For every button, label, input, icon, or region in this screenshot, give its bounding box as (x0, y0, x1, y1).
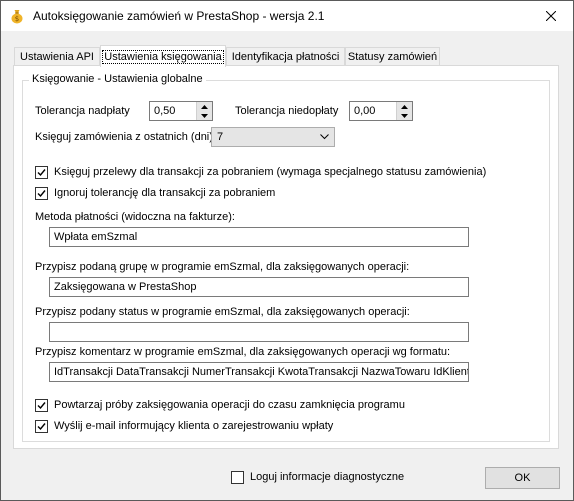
underpay-tolerance-label: Tolerancja niedopłaty (235, 105, 339, 117)
arrow-up-icon (401, 104, 408, 109)
days-combobox[interactable]: 7 (211, 127, 335, 147)
underpay-tolerance-spinner[interactable] (349, 101, 413, 121)
comment-format-label: Przypisz komentarz w programie emSzmal, … (35, 346, 451, 358)
checkmark-icon (37, 423, 46, 431)
payment-method-label: Metoda płatności (widoczna na fakturze): (35, 211, 235, 223)
checkmark-icon (37, 402, 46, 410)
global-settings-group: Księgowanie - Ustawienia globalne Tolera… (22, 73, 550, 442)
overpay-tolerance-spinner[interactable] (149, 101, 213, 121)
close-button[interactable] (529, 1, 573, 31)
days-value: 7 (217, 131, 224, 143)
tab-panel-posting-settings: Księgowanie - Ustawienia globalne Tolera… (13, 65, 559, 449)
cod-tolerance-label: Ignoruj tolerancję dla transakcji za pob… (54, 187, 276, 199)
email-notify-label: Wyślij e-mail informujący klienta o zare… (54, 420, 334, 432)
tab-payment-identification[interactable]: Identyfikacja płatności (226, 47, 345, 65)
close-icon (546, 11, 556, 21)
overpay-tolerance-label: Tolerancja nadpłaty (35, 105, 130, 117)
status-assign-field[interactable] (49, 322, 469, 342)
retry-checkbox[interactable] (35, 399, 48, 412)
title-bar: $ Autoksięgowanie zamówień w PrestaShop … (1, 1, 573, 31)
days-label: Księguj zamówienia z ostatnich (dni) (35, 131, 213, 143)
comment-format-input[interactable] (51, 364, 468, 380)
window-title: Autoksięgowanie zamówień w PrestaShop - … (33, 9, 325, 23)
checkmark-icon (37, 169, 46, 177)
diagnostic-log-checkbox[interactable] (231, 471, 244, 484)
app-window: $ Autoksięgowanie zamówień w PrestaShop … (0, 0, 574, 501)
cod-transfer-checkbox[interactable] (35, 166, 48, 179)
underpay-decrement-button[interactable] (397, 111, 412, 120)
money-bag-icon: $ (9, 8, 25, 24)
email-notify-checkbox[interactable] (35, 420, 48, 433)
cod-transfer-label: Księguj przelewy dla transakcji za pobra… (54, 166, 487, 178)
payment-method-input[interactable] (51, 229, 468, 245)
arrow-down-icon (401, 113, 408, 118)
checkmark-icon (37, 190, 46, 198)
arrow-down-icon (201, 113, 208, 118)
tab-api-settings[interactable]: Ustawienia API (14, 47, 100, 65)
tab-posting-settings[interactable]: Ustawienia księgowania (100, 45, 226, 67)
payment-method-field[interactable] (49, 227, 469, 247)
overpay-tolerance-input[interactable] (152, 103, 194, 119)
group-assign-label: Przypisz podaną grupę w programie emSzma… (35, 261, 410, 273)
chevron-down-icon (320, 134, 329, 140)
arrow-up-icon (201, 104, 208, 109)
svg-text:$: $ (15, 15, 19, 23)
overpay-decrement-button[interactable] (197, 111, 212, 120)
comment-format-field[interactable] (49, 362, 469, 382)
diagnostic-log-label: Loguj informacje diagnostyczne (250, 471, 405, 483)
group-title: Księgowanie - Ustawienia globalne (29, 73, 206, 85)
tab-order-statuses[interactable]: Statusy zamówień (345, 47, 440, 65)
status-assign-label: Przypisz podany status w programie emSzm… (35, 306, 410, 318)
cod-tolerance-checkbox[interactable] (35, 187, 48, 200)
group-assign-input[interactable] (51, 279, 468, 295)
retry-label: Powtarzaj próby zaksięgowania operacji d… (54, 399, 405, 411)
ok-button[interactable]: OK (485, 467, 560, 489)
group-assign-field[interactable] (49, 277, 469, 297)
underpay-tolerance-input[interactable] (352, 103, 394, 119)
status-assign-input[interactable] (51, 324, 468, 340)
